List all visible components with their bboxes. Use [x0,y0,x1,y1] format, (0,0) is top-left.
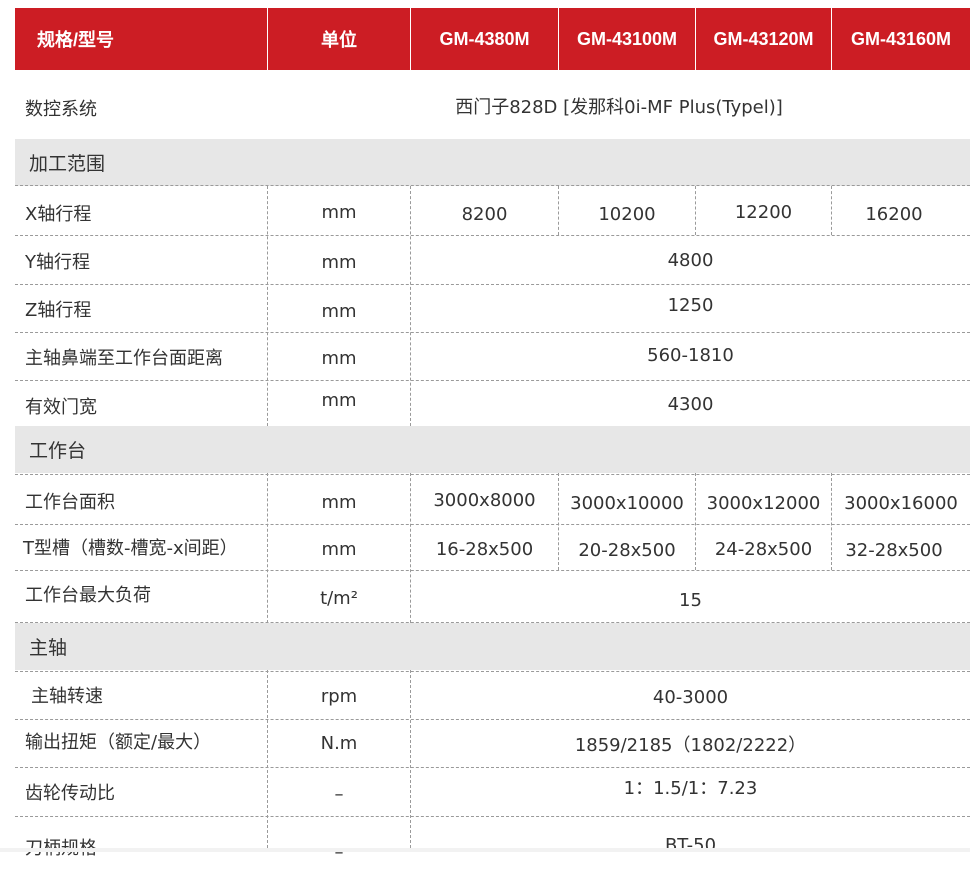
row-divider [15,474,970,475]
row-value: 20-28x500 [578,540,676,561]
row-value: 3000x8000 [433,490,536,511]
row-value: 3000x10000 [570,493,684,514]
row-divider [15,284,970,285]
row-unit: mm [321,301,357,322]
column-divider [831,186,832,235]
row-divider [15,524,970,525]
row-value: 3000x16000 [844,493,958,514]
row-label: 主轴转速 [31,685,103,707]
control-system-value: 西门子828D [发那科0i-MF Plus(Typel)] [455,97,783,118]
row-unit: mm [321,492,357,513]
section-spindle: 主轴 [15,623,970,670]
row-label: 主轴鼻端至工作台面距离 [25,347,223,369]
column-divider [267,473,268,623]
page-bottom-edge [0,848,970,852]
column-divider [695,186,696,235]
row-value: 24-28x500 [714,539,813,560]
row-label: 有效门宽 [25,397,97,418]
row-unit: mm [321,252,357,273]
row-value: 16200 [865,204,923,225]
header-unit: 单位 [268,8,410,70]
row-value: 4800 [667,250,714,271]
header-model-3: GM-43120M [696,8,831,70]
row-unit: mm [321,539,357,560]
column-divider [410,473,411,623]
row-value: 40-3000 [652,687,729,708]
row-divider [15,380,970,381]
row-label: Z轴行程 [25,299,92,321]
header-model-2: GM-43100M [559,8,695,70]
column-divider [267,670,268,848]
row-label: 输出扭矩（额定/最大） [25,731,212,753]
row-unit: mm [321,202,357,223]
row-value: 4300 [667,393,714,415]
row-value: 3000x12000 [706,493,821,514]
row-label: X轴行程 [25,203,92,225]
row-value: 10200 [598,204,656,225]
row-divider [15,570,970,571]
row-value: 560-1810 [647,345,734,366]
column-divider [558,473,559,570]
column-divider [695,473,696,570]
row-label: 齿轮传动比 [25,782,115,804]
row-value: BT-50 [664,835,717,856]
row-divider [15,671,970,672]
row-label: 刀柄规格 [15,824,267,869]
row-divider [15,332,970,333]
column-divider [831,473,832,570]
row-value: 16-28x500 [435,539,534,560]
row-divider [15,185,970,186]
row-unit: mm [321,348,357,369]
row-value: 12200 [734,202,793,223]
row-label: 工作台最大负荷 [25,584,151,606]
column-divider [410,670,411,848]
row-value: 32-28x500 [845,540,943,561]
row-divider [15,235,970,236]
header-model-1: GM-4380M [411,8,558,70]
row-label: 工作台面积 [25,491,115,513]
row-unit: t/m² [320,588,358,609]
row-value: 1859/2185（1802/2222） [574,734,807,756]
row-value: 1250 [667,295,714,316]
row-label: Y轴行程 [25,251,90,273]
row-value: 15 [679,590,702,611]
row-divider [15,767,970,768]
row-unit: mm [321,389,357,411]
column-divider [410,186,411,426]
row-unit: – [334,842,344,863]
header-model-4: GM-43160M [832,8,970,70]
row-value: 1：1.5/1：7.23 [623,777,758,799]
row-label: T型槽（槽数-槽宽-x间距） [23,537,238,559]
section-table: 工作台 [15,426,970,473]
section-machining: 加工范围 [15,139,970,186]
row-unit: rpm [320,686,358,707]
header-spec: 规格/型号 [15,8,267,70]
column-divider [267,186,268,426]
row-divider [15,816,970,817]
column-divider [558,186,559,235]
row-unit: – [334,784,344,805]
row-divider [15,719,970,720]
row-unit: N.m [320,733,358,754]
control-system-label: 数控系统 [25,99,97,120]
row-value: 8200 [461,204,508,225]
row-divider [15,622,970,623]
